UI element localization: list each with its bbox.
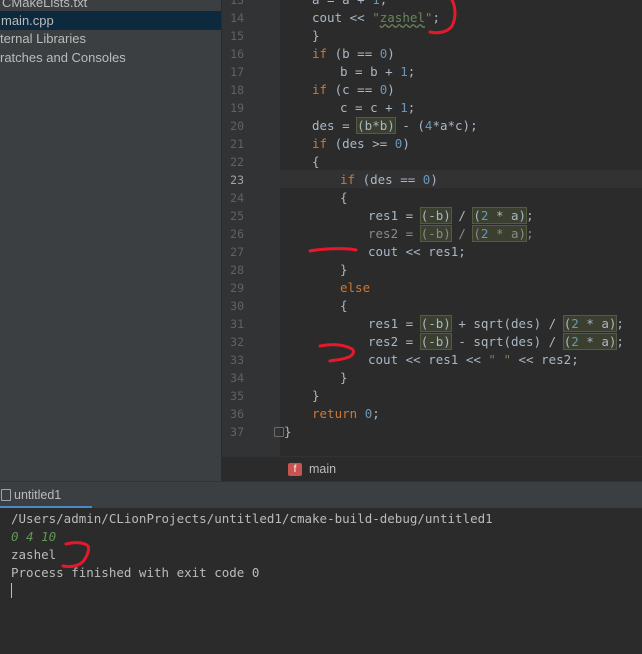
console-text-cursor <box>11 583 12 598</box>
code-line: res2 = (-b) / (2 * a); <box>368 225 534 242</box>
line-number: 32 <box>230 335 244 349</box>
line-number: 19 <box>230 101 244 115</box>
code-line: if (c == 0) <box>312 82 395 97</box>
line-number: 16 <box>230 47 244 61</box>
line-number: 21 <box>230 137 244 151</box>
console-output: zashel <box>11 547 57 562</box>
code-line: return 0; <box>312 406 380 421</box>
run-config-icon <box>1 489 11 501</box>
tree-item-external-libraries[interactable]: ternal Libraries <box>0 29 86 48</box>
code-line: else <box>340 280 371 295</box>
code-line: res1 = (-b) + sqrt(des) / (2 * a); <box>368 315 624 332</box>
project-tree-panel: CMakeLists.txt main.cpp ternal Libraries… <box>0 0 221 481</box>
line-number: 18 <box>230 83 244 97</box>
line-number: 30 <box>230 299 244 313</box>
line-number: 27 <box>230 245 244 259</box>
line-number: 35 <box>230 389 244 403</box>
code-line: } <box>284 424 292 439</box>
code-line: cout << "zashel"; <box>312 10 440 25</box>
tree-item-scratches[interactable]: ratches and Consoles <box>0 48 126 67</box>
breadcrumb-item-main[interactable]: main <box>309 462 336 476</box>
line-number: 15 <box>230 29 244 43</box>
code-line: } <box>312 28 320 43</box>
tree-item-label: ratches and Consoles <box>0 50 126 65</box>
line-number: 13 <box>230 0 244 7</box>
code-line: } <box>312 388 320 403</box>
console-exit-message: Process finished with exit code 0 <box>11 565 260 580</box>
code-line: res2 = (-b) - sqrt(des) / (2 * a); <box>368 333 624 350</box>
tree-item-label: ternal Libraries <box>0 31 86 46</box>
code-line: { <box>312 154 320 169</box>
code-line: { <box>340 190 348 205</box>
code-line: cout << res1; <box>368 244 466 259</box>
line-number: 22 <box>230 155 244 169</box>
line-number: 24 <box>230 191 244 205</box>
code-line: } <box>340 370 348 385</box>
line-number: 14 <box>230 11 244 25</box>
code-line: cout << res1 << " " << res2; <box>368 352 579 367</box>
code-line: if (des == 0) <box>340 172 438 187</box>
code-line: { <box>340 298 348 313</box>
fold-marker-icon[interactable] <box>274 427 284 437</box>
line-number: 20 <box>230 119 244 133</box>
tab-label: untitled1 <box>14 488 62 502</box>
tree-item-label: main.cpp <box>1 13 54 28</box>
line-number-current: 23 <box>230 173 244 187</box>
line-number: 34 <box>230 371 244 385</box>
line-number: 28 <box>230 263 244 277</box>
run-tab-bar: untitled1 <box>0 481 642 509</box>
code-line: c = c + 1; <box>340 100 416 115</box>
code-line: des = (b*b) - (4*a*c); <box>312 117 478 134</box>
line-number: 33 <box>230 353 244 367</box>
code-line: res1 = (-b) / (2 * a); <box>368 207 534 224</box>
function-icon: f <box>288 463 302 476</box>
line-number: 37 <box>230 425 244 439</box>
current-line-highlight <box>280 170 642 188</box>
breadcrumb: f main <box>222 456 642 481</box>
code-editor[interactable]: 13 14 15 16 17 18 19 20 21 22 23 24 25 2… <box>222 0 642 481</box>
code-line: if (des >= 0) <box>312 136 410 151</box>
console-command-path: /Users/admin/CLionProjects/untitled1/cma… <box>11 511 493 526</box>
code-line: b = b + 1; <box>340 64 416 79</box>
line-number: 25 <box>230 209 244 223</box>
line-number: 31 <box>230 317 244 331</box>
code-line: if (b == 0) <box>312 46 395 61</box>
code-line: a = a + 1; <box>312 0 387 9</box>
console-user-input: 0 4 10 <box>11 529 57 544</box>
tab-run-untitled1[interactable]: untitled1 <box>0 482 92 509</box>
tree-item-main-cpp[interactable]: main.cpp <box>0 11 221 30</box>
tree-item-label: CMakeLists.txt <box>2 0 88 10</box>
run-console[interactable]: /Users/admin/CLionProjects/untitled1/cma… <box>0 508 642 654</box>
line-number: 29 <box>230 281 244 295</box>
line-number: 26 <box>230 227 244 241</box>
code-line: } <box>340 262 348 277</box>
line-number: 36 <box>230 407 244 421</box>
line-number: 17 <box>230 65 244 79</box>
